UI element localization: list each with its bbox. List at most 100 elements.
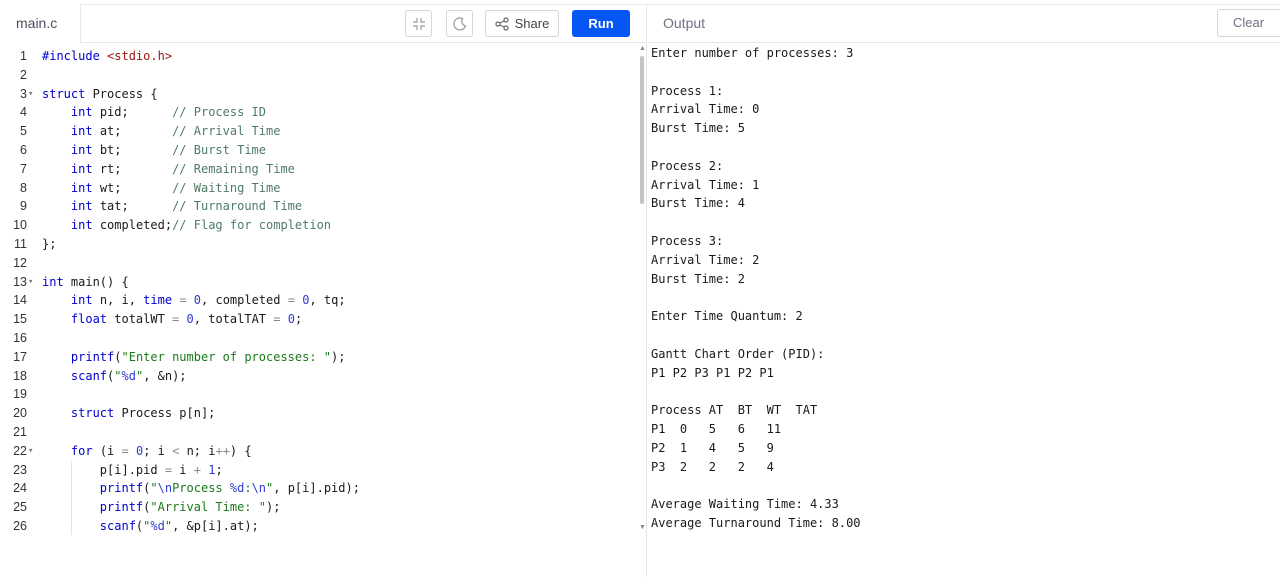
code-line[interactable]: 2 <box>0 66 640 85</box>
line-number: 15 <box>13 312 27 327</box>
code-text: int rt; // Remaining Time <box>70 161 295 176</box>
editor-scrollbar-thumb[interactable] <box>640 56 644 204</box>
code-text: for (i = 0; i < n; i++) { <box>70 443 252 458</box>
output-line: Gantt Chart Order (PID): <box>651 346 825 361</box>
code-line[interactable]: 8 int wt; // Waiting Time <box>0 179 640 198</box>
output-line: Arrival Time: 1 <box>651 177 760 192</box>
output-line: Process 1: <box>651 83 724 98</box>
line-number: 5 <box>20 124 27 139</box>
indent-guide <box>71 498 72 517</box>
code-line[interactable]: 9 int tat; // Turnaround Time <box>0 197 640 216</box>
code-line[interactable]: 10 int completed;// Flag for completion <box>0 216 640 235</box>
code-line[interactable]: 13 ▾ int main() { <box>0 273 640 292</box>
code-line[interactable]: 16 <box>0 329 640 348</box>
share-icon <box>495 16 509 31</box>
code-line[interactable]: 7 int rt; // Remaining Time <box>0 160 640 179</box>
output-line: P2 1 4 5 9 <box>651 440 774 455</box>
output-line: Burst Time: 2 <box>651 271 745 286</box>
share-button[interactable]: Share <box>485 10 559 37</box>
editor-pane: main.c Share Run 1 #include <stdio.h> 2 3 ▾ s… <box>0 4 647 577</box>
code-editor[interactable]: 1 #include <stdio.h> 2 3 ▾ struct Process {4 … <box>0 44 640 535</box>
fullscreen-exit-button[interactable] <box>405 10 432 37</box>
code-line[interactable]: 18 scanf("%d", &n); <box>0 367 640 386</box>
output-header: Output Clear <box>648 4 1280 43</box>
code-line[interactable]: 14 int n, i, time = 0, completed = 0, tq… <box>0 291 640 310</box>
code-text: int tat; // Turnaround Time <box>70 199 303 214</box>
scroll-up-icon[interactable]: ▲ <box>639 45 646 52</box>
code-line[interactable]: 15 float totalWT = 0, totalTAT = 0; <box>0 310 640 329</box>
moon-icon <box>452 16 466 30</box>
line-number: 19 <box>13 387 27 402</box>
code-line[interactable]: 25 printf("Arrival Time: "); <box>0 498 640 517</box>
file-tab-main-c[interactable]: main.c <box>0 4 81 43</box>
code-text: float totalWT = 0, totalTAT = 0; <box>70 312 303 327</box>
line-number: 17 <box>13 349 27 364</box>
fold-toggle-icon[interactable]: ▾ <box>28 85 33 104</box>
line-number: 14 <box>13 293 27 308</box>
code-text: int at; // Arrival Time <box>70 124 281 139</box>
output-line: Average Waiting Time: 4.33 <box>651 497 839 512</box>
code-text: scanf("%d", &p[i].at); <box>99 519 259 533</box>
code-line[interactable]: 4 int pid; // Process ID <box>0 103 640 122</box>
code-line[interactable]: 22 ▾ for (i = 0; i < n; i++) { <box>0 442 640 461</box>
line-number: 7 <box>20 161 27 176</box>
line-number: 22 <box>13 443 27 458</box>
output-line: Enter number of processes: 3 <box>651 46 854 60</box>
clear-button[interactable]: Clear <box>1217 9 1280 37</box>
code-text: #include <stdio.h> <box>42 49 173 63</box>
indent-guide <box>71 460 72 480</box>
share-label: Share <box>514 16 550 31</box>
output-title: Output <box>663 15 706 31</box>
run-button[interactable]: Run <box>572 10 630 37</box>
output-line: Process 3: <box>651 233 724 248</box>
code-line[interactable]: 5 int at; // Arrival Time <box>0 122 640 141</box>
code-line[interactable]: 26 scanf("%d", &p[i].at); <box>0 517 640 535</box>
collapse-icon <box>412 17 425 30</box>
line-number: 20 <box>13 406 27 421</box>
scroll-down-icon[interactable]: ▼ <box>639 524 646 531</box>
line-number: 6 <box>20 143 27 157</box>
fold-toggle-icon[interactable]: ▾ <box>28 442 33 461</box>
code-line[interactable]: 23 p[i].pid = i + 1; <box>0 461 640 480</box>
output-line: P1 P2 P3 P1 P2 P1 <box>651 365 774 380</box>
code-line[interactable]: 11}; <box>0 235 640 254</box>
code-line[interactable]: 1 #include <stdio.h> <box>0 47 640 66</box>
output-pane: Output Clear Enter number of processes: … <box>648 4 1280 577</box>
output-line: Burst Time: 5 <box>651 121 745 136</box>
output-line: Arrival Time: 0 <box>651 102 760 117</box>
line-number: 10 <box>13 218 27 233</box>
code-line[interactable]: 3 ▾ struct Process { <box>0 85 640 104</box>
fold-toggle-icon[interactable]: ▾ <box>28 273 33 292</box>
output-console: Enter number of processes: 3 Process 1: Ar… <box>651 44 1271 533</box>
code-line[interactable]: 24 printf("\nProcess %d:\n", p[i].pid); <box>0 479 640 498</box>
line-number: 25 <box>13 500 27 515</box>
code-line[interactable]: 19 <box>0 385 640 404</box>
code-line[interactable]: 20 struct Process p[n]; <box>0 404 640 423</box>
output-line: Process AT BT WT TAT <box>651 403 818 418</box>
code-text: int pid; // Process ID <box>70 105 266 120</box>
code-text: int n, i, time = 0, completed = 0, tq; <box>70 293 346 308</box>
code-line[interactable]: 12 <box>0 254 640 273</box>
output-line: P1 0 5 6 11 <box>651 421 782 436</box>
code-line[interactable]: 21 <box>0 423 640 442</box>
code-line[interactable]: 6 int bt; // Burst Time <box>0 141 640 160</box>
code-text: int bt; // Burst Time <box>70 143 266 157</box>
line-number: 21 <box>13 425 27 439</box>
code-line[interactable]: 17 printf("Enter number of processes: ")… <box>0 348 640 367</box>
code-text: struct Process p[n]; <box>70 406 216 421</box>
output-line: Enter Time Quantum: 2 <box>651 309 803 324</box>
line-number: 18 <box>13 368 27 383</box>
output-line: Burst Time: 4 <box>651 196 745 211</box>
indent-guide <box>71 517 72 535</box>
theme-toggle-button[interactable] <box>446 10 473 37</box>
code-text: printf("\nProcess %d:\n", p[i].pid); <box>99 481 360 496</box>
code-text: int main() { <box>42 274 129 289</box>
line-number: 11 <box>14 237 27 251</box>
code-text: printf("Enter number of processes: "); <box>70 349 346 364</box>
